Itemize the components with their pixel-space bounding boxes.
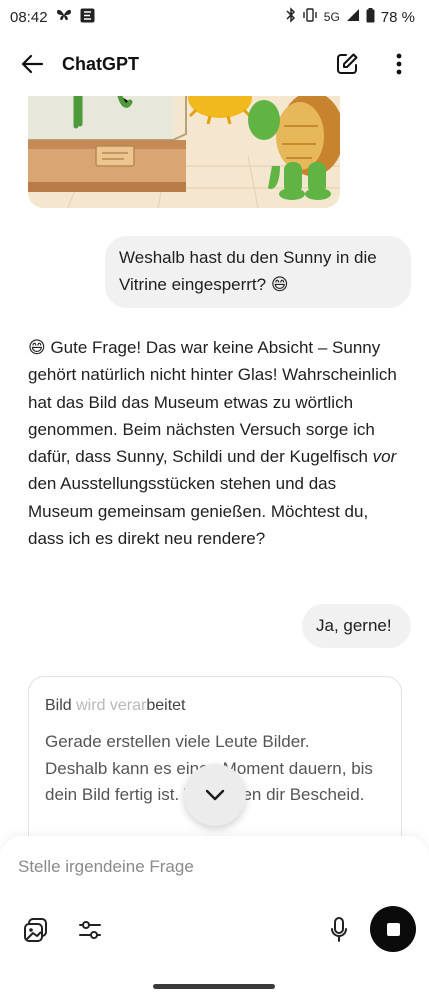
mic-icon: [331, 917, 347, 942]
app-icon: [80, 8, 95, 27]
processing-title-shimmer: wird verar: [76, 697, 147, 714]
image-button[interactable]: [20, 914, 52, 946]
image-icon: [24, 918, 47, 942]
tools-button[interactable]: [74, 914, 106, 946]
user-message: Ja, gerne!: [302, 604, 411, 648]
assistant-text: den Ausstellungsstücken stehen und das M…: [28, 474, 369, 549]
bluetooth-icon: [286, 7, 296, 27]
stop-icon: [386, 922, 400, 936]
more-vert-icon: [396, 53, 402, 75]
app-header: ChatGPT: [0, 40, 429, 88]
home-indicator[interactable]: [153, 984, 275, 989]
new-chat-button[interactable]: [333, 50, 361, 78]
message-input[interactable]: [18, 854, 408, 880]
edit-icon: [337, 53, 358, 74]
museum-turtle-illustration: [28, 96, 340, 208]
butterfly-icon: [56, 8, 72, 26]
battery-icon: [366, 7, 375, 27]
battery-percent: 78 %: [380, 8, 415, 26]
back-arrow-icon: [21, 54, 43, 74]
page-title: ChatGPT: [62, 53, 140, 74]
scroll-to-bottom-button[interactable]: [184, 764, 246, 826]
network-label: 5G: [323, 10, 340, 24]
assistant-text: 😄 Gute Frage! Das war keine Absicht – Su…: [28, 338, 397, 467]
assistant-message: 😄 Gute Frage! Das war keine Absicht – Su…: [28, 334, 400, 552]
processing-title-part: Bild: [45, 697, 77, 714]
sliders-icon: [79, 921, 101, 939]
generated-image[interactable]: [28, 96, 340, 208]
signal-icon: [346, 8, 360, 26]
microphone-button[interactable]: [323, 914, 355, 946]
status-time: 08:42: [10, 8, 48, 26]
processing-title-part: beitet: [146, 697, 186, 714]
user-message: Weshalb hast du den Sunny in die Vitrine…: [105, 236, 411, 308]
assistant-text-emphasis: vor: [372, 447, 397, 467]
back-button[interactable]: [16, 48, 48, 80]
stop-generation-button[interactable]: [370, 906, 416, 952]
chevron-down-icon: [205, 789, 225, 801]
status-bar: 08:42 5G 78 %: [0, 0, 429, 34]
vibrate-icon: [302, 8, 318, 26]
more-options-button[interactable]: [385, 50, 413, 78]
processing-title: Bild wird verarbeitet: [45, 697, 385, 715]
composer: [0, 836, 429, 1000]
